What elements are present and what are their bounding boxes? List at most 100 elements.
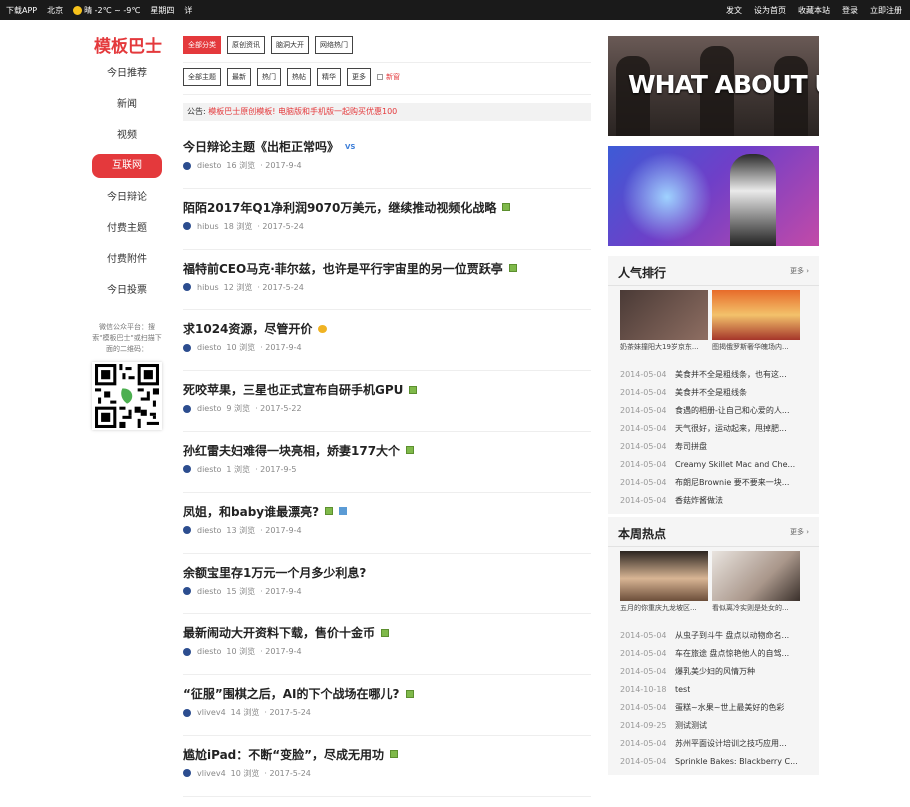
post-link[interactable]: 发文 [726, 5, 742, 16]
avatar[interactable] [183, 526, 191, 535]
thread-title[interactable]: 今日辩论主题《出柜正常吗》 [183, 138, 339, 155]
new-window-toggle[interactable]: 新窗 [377, 72, 400, 82]
thread-author[interactable]: diesto [197, 161, 221, 170]
nav-item-vote[interactable]: 今日投票 [92, 275, 162, 306]
banner-what-about-us[interactable]: WHAT ABOUT US [608, 36, 819, 136]
download-app-link[interactable]: 下载APP [6, 5, 37, 16]
thread-item[interactable]: 孙红雷夫妇难得一块亮相，娇妻177大个 diesto 1 浏览 · 2017-9-5 [183, 432, 591, 493]
login-link[interactable]: 登录 [842, 5, 858, 16]
weather-detail-link[interactable]: 详 [184, 5, 192, 16]
weekly-more-link[interactable]: 更多 › [790, 527, 809, 537]
avatar[interactable] [183, 647, 191, 656]
avatar[interactable] [183, 465, 191, 474]
thread-item[interactable]: 陌陌2017年Q1净利润9070万美元，继续推动视频化战略 hibus 18 浏览 ·… [183, 189, 591, 250]
avatar[interactable] [183, 587, 191, 596]
filter-original-news[interactable]: 原创资讯 [227, 36, 265, 54]
popular-pic-caption[interactable]: 图揭俄罗斯奢华魄场内... [712, 342, 800, 352]
list-item-title[interactable]: 苏州平面设计培训之技巧应用... [675, 735, 787, 753]
thread-item[interactable]: 最新闹动大开资料下载，售价十金币 diesto 10 浏览 · 2017-9-4 [183, 614, 591, 676]
filter-brainstorm[interactable]: 脑洞大开 [271, 36, 309, 54]
thread-title[interactable]: “征服”围棋之后，AI的下个战场在哪儿? [183, 685, 400, 702]
thread-title[interactable]: 死咬苹果，三星也正式宣布自研手机GPU [183, 381, 403, 398]
thread-author[interactable]: diesto [197, 587, 221, 596]
filter-all-topic[interactable]: 全部主题 [183, 68, 221, 86]
avatar[interactable] [183, 404, 191, 413]
avatar[interactable] [183, 222, 191, 231]
thread-item[interactable]: 福特前CEO马克·菲尔兹，也许是平行宇宙里的另一位贾跃亭 hibus 12 浏览 · … [183, 250, 591, 311]
filter-all-category[interactable]: 全部分类 [183, 36, 221, 54]
list-item-title[interactable]: 香菇炸酱做法 [675, 492, 723, 510]
popular-pic[interactable] [712, 290, 800, 340]
nav-item-paid-attachment[interactable]: 付费附件 [92, 244, 162, 275]
list-item-title[interactable]: 美食并不全是粗线条 [675, 384, 747, 402]
list-item-title[interactable]: 食遇的相册-让自己和心爱的人... [675, 402, 790, 420]
thread-item[interactable]: 余额宝里存1万元一个月多少利息? diesto 15 浏览 · 2017-9-4 [183, 554, 591, 615]
thread-author[interactable]: diesto [197, 404, 221, 413]
list-item-title[interactable]: 美食并不全是粗线条，也有这... [675, 366, 787, 384]
weekly-pic-caption[interactable]: 看似离冷实则是处女的... [712, 603, 800, 613]
site-logo[interactable]: 模板巴士 [92, 32, 164, 57]
list-item-title[interactable]: 寿司拼盘 [675, 438, 707, 456]
bookmark-link[interactable]: 收藏本站 [798, 5, 830, 16]
list-item[interactable]: 2014-05-04 香菇炸酱做法 [620, 492, 810, 510]
list-item[interactable]: 2014-05-04 爆乳美少妇的风情万种 [620, 663, 810, 681]
list-item-title[interactable]: 爆乳美少妇的风情万种 [675, 663, 755, 681]
filter-hot[interactable]: 热门 [257, 68, 281, 86]
thread-item[interactable]: 求1024资源，尽管开价 diesto 10 浏览 · 2017-9-4 [183, 310, 591, 372]
list-item[interactable]: 2014-05-04 天气很好，运动起来，甩掉肥... [620, 420, 810, 438]
thread-author[interactable]: hibus [197, 283, 219, 292]
thread-author[interactable]: diesto [197, 465, 221, 474]
new-window-checkbox[interactable] [377, 74, 383, 80]
popular-pic-caption[interactable]: 奶茶妹撞阳大19岁京东... [620, 342, 708, 352]
list-item-title[interactable]: 布朗尼Brownie 要不要来一块... [675, 474, 789, 492]
nav-item-debate[interactable]: 今日辩论 [92, 182, 162, 213]
thread-title[interactable]: 陌陌2017年Q1净利润9070万美元，继续推动视频化战略 [183, 199, 496, 216]
popular-more-link[interactable]: 更多 › [790, 266, 809, 276]
list-item-title[interactable]: Sprinkle Bakes: Blackberry C... [675, 753, 798, 771]
list-item[interactable]: 2014-05-04 美食并不全是粗线条 [620, 384, 810, 402]
filter-web-hot[interactable]: 网络热门 [315, 36, 353, 54]
thread-item[interactable]: 凤姐，和baby谁最漂亮? diesto 13 浏览 · 2017-9-4 [183, 493, 591, 554]
nav-item-news[interactable]: 新闻 [92, 89, 162, 120]
nav-item-recommend[interactable]: 今日推荐 [92, 58, 162, 89]
weekly-pic-caption[interactable]: 五月的你重庆九龙坡区... [620, 603, 708, 613]
list-item[interactable]: 2014-05-04 从虫子到斗牛 盘点以动物命名... [620, 627, 810, 645]
filter-latest[interactable]: 最新 [227, 68, 251, 86]
thread-item[interactable]: 尴尬iPad：不断“变脸”，尽成无用功 vlivev4 10 浏览 · 2017-5-… [183, 736, 591, 797]
list-item[interactable]: 2014-05-04 苏州平面设计培训之技巧应用... [620, 735, 810, 753]
thread-title[interactable]: 凤姐，和baby谁最漂亮? [183, 503, 319, 520]
list-item-title[interactable]: 测试测试 [675, 717, 707, 735]
list-item[interactable]: 2014-05-04 蛋糕~水果~世上最美好的色彩 [620, 699, 810, 717]
list-item-title[interactable]: 车在旅途 盘点惊艳他人的自驾... [675, 645, 789, 663]
thread-title[interactable]: 福特前CEO马克·菲尔兹，也许是平行宇宙里的另一位贾跃亭 [183, 260, 503, 277]
nav-item-paid-topic[interactable]: 付费主题 [92, 213, 162, 244]
weekly-pic[interactable] [620, 551, 708, 601]
list-item[interactable]: 2014-05-04 Creamy Skillet Mac and Che... [620, 456, 810, 474]
thread-author[interactable]: vlivev4 [197, 708, 226, 717]
list-item-title[interactable]: Creamy Skillet Mac and Che... [675, 456, 795, 474]
thread-item[interactable]: “征服”围棋之后，AI的下个战场在哪儿? vlivev4 14 浏览 · 2017-5… [183, 675, 591, 736]
avatar[interactable] [183, 343, 191, 352]
thread-author[interactable]: hibus [197, 222, 219, 231]
avatar[interactable] [183, 283, 191, 292]
thread-author[interactable]: vlivev4 [197, 769, 226, 778]
avatar[interactable] [183, 769, 191, 778]
list-item-title[interactable]: 蛋糕~水果~世上最美好的色彩 [675, 699, 784, 717]
thread-title[interactable]: 孙红雷夫妇难得一块亮相，娇妻177大个 [183, 442, 400, 459]
list-item-title[interactable]: test [675, 681, 690, 699]
nav-item-internet[interactable]: 互联网 [92, 154, 162, 178]
thread-title[interactable]: 最新闹动大开资料下载，售价十金币 [183, 624, 375, 641]
thread-title[interactable]: 余额宝里存1万元一个月多少利息? [183, 564, 366, 581]
set-homepage-link[interactable]: 设为首页 [754, 5, 786, 16]
nav-item-video[interactable]: 视频 [92, 120, 162, 151]
list-item[interactable]: 2014-05-04 布朗尼Brownie 要不要来一块... [620, 474, 810, 492]
list-item-title[interactable]: 天气很好，运动起来，甩掉肥... [675, 420, 787, 438]
list-item[interactable]: 2014-05-04 Sprinkle Bakes: Blackberry C..… [620, 753, 810, 771]
register-link[interactable]: 立即注册 [870, 5, 902, 16]
banner-show[interactable] [608, 146, 819, 246]
weekly-pic[interactable] [712, 551, 800, 601]
avatar[interactable] [183, 161, 191, 170]
list-item[interactable]: 2014-10-18 test [620, 681, 810, 699]
list-item[interactable]: 2014-05-04 寿司拼盘 [620, 438, 810, 456]
notice-link[interactable]: 模板巴士原创模板! 电脑版和手机版一起购买优惠100 [208, 107, 397, 116]
